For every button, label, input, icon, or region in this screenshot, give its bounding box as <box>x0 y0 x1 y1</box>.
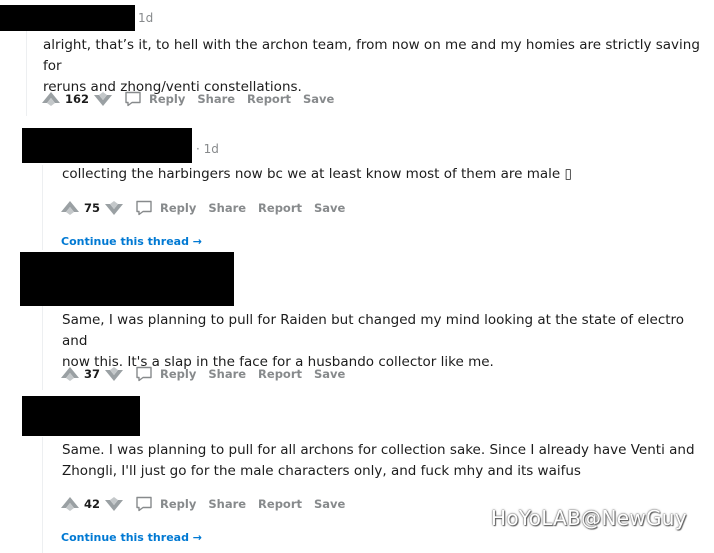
reply-label: Reply <box>160 497 197 511</box>
comment-body-line: Same, I was planning to pull for Raiden … <box>62 312 685 349</box>
reply-button[interactable]: Reply <box>125 200 196 216</box>
comment-action-bar: 37 Reply Share Report Save <box>59 364 357 384</box>
vote-score: 162 <box>65 92 90 106</box>
watermark: HoYoLAB@NewGuy <box>491 506 687 530</box>
upvote-icon[interactable] <box>59 198 81 218</box>
comment-body-line: Zhongli, I'll just go for the male chara… <box>62 463 581 479</box>
thread-line <box>42 305 43 390</box>
share-button[interactable]: Share <box>208 201 246 215</box>
reply-button[interactable]: Reply <box>125 496 196 512</box>
continue-thread-link[interactable]: Continue this thread → <box>61 531 202 544</box>
downvote-icon[interactable] <box>103 198 125 218</box>
share-button[interactable]: Share <box>208 497 246 511</box>
report-button[interactable]: Report <box>258 201 302 215</box>
save-button[interactable]: Save <box>314 497 345 511</box>
upvote-icon[interactable] <box>59 364 81 384</box>
save-button[interactable]: Save <box>314 367 345 381</box>
redacted-username <box>22 128 192 163</box>
comment-icon <box>136 366 152 382</box>
arrow-right-icon: → <box>192 531 203 544</box>
reply-label: Reply <box>160 367 197 381</box>
comment-body: Same. I was planning to pull for all arc… <box>62 440 707 482</box>
thread-line <box>26 26 27 116</box>
vote-score: 37 <box>84 367 101 381</box>
report-button[interactable]: Report <box>247 92 291 106</box>
share-button[interactable]: Share <box>197 92 235 106</box>
comment-body-line: Same. I was planning to pull for all arc… <box>62 442 695 458</box>
comment-icon <box>136 200 152 216</box>
reply-button[interactable]: Reply <box>125 366 196 382</box>
comment-icon <box>136 496 152 512</box>
comment-action-bar: 75 Reply Share Report Save <box>59 198 357 218</box>
report-button[interactable]: Report <box>258 367 302 381</box>
continue-thread-link[interactable]: Continue this thread → <box>61 235 202 248</box>
upvote-icon[interactable] <box>59 494 81 514</box>
reply-label: Reply <box>160 201 197 215</box>
redacted-username <box>20 252 234 306</box>
continue-thread-label: Continue this thread <box>61 235 189 248</box>
comment-timestamp: 1d <box>138 11 154 25</box>
reply-label: Reply <box>149 92 186 106</box>
report-button[interactable]: Report <box>258 497 302 511</box>
share-button[interactable]: Share <box>208 367 246 381</box>
comment-body-line: collecting the harbingers now bc we at l… <box>62 166 572 182</box>
comment-timestamp: · 1d <box>196 142 219 156</box>
upvote-icon[interactable] <box>40 89 62 109</box>
comment-body: collecting the harbingers now bc we at l… <box>62 164 707 185</box>
redacted-username <box>0 5 135 31</box>
save-button[interactable]: Save <box>314 201 345 215</box>
downvote-icon[interactable] <box>92 89 114 109</box>
save-button[interactable]: Save <box>303 92 334 106</box>
thread-line <box>42 437 43 553</box>
downvote-icon[interactable] <box>103 494 125 514</box>
arrow-right-icon: → <box>192 235 203 248</box>
thread-line <box>42 165 43 250</box>
vote-score: 42 <box>84 497 101 511</box>
reply-button[interactable]: Reply <box>114 91 185 107</box>
redacted-username <box>22 396 140 436</box>
comment-body-line: alright, that’s it, to hell with the arc… <box>43 37 700 74</box>
comment-action-bar: 42 Reply Share Report Save <box>59 494 357 514</box>
comment-action-bar: 162 Reply Share Report Save <box>40 89 346 109</box>
downvote-icon[interactable] <box>103 364 125 384</box>
comment-icon <box>125 91 141 107</box>
continue-thread-label: Continue this thread <box>61 531 189 544</box>
vote-score: 75 <box>84 201 101 215</box>
